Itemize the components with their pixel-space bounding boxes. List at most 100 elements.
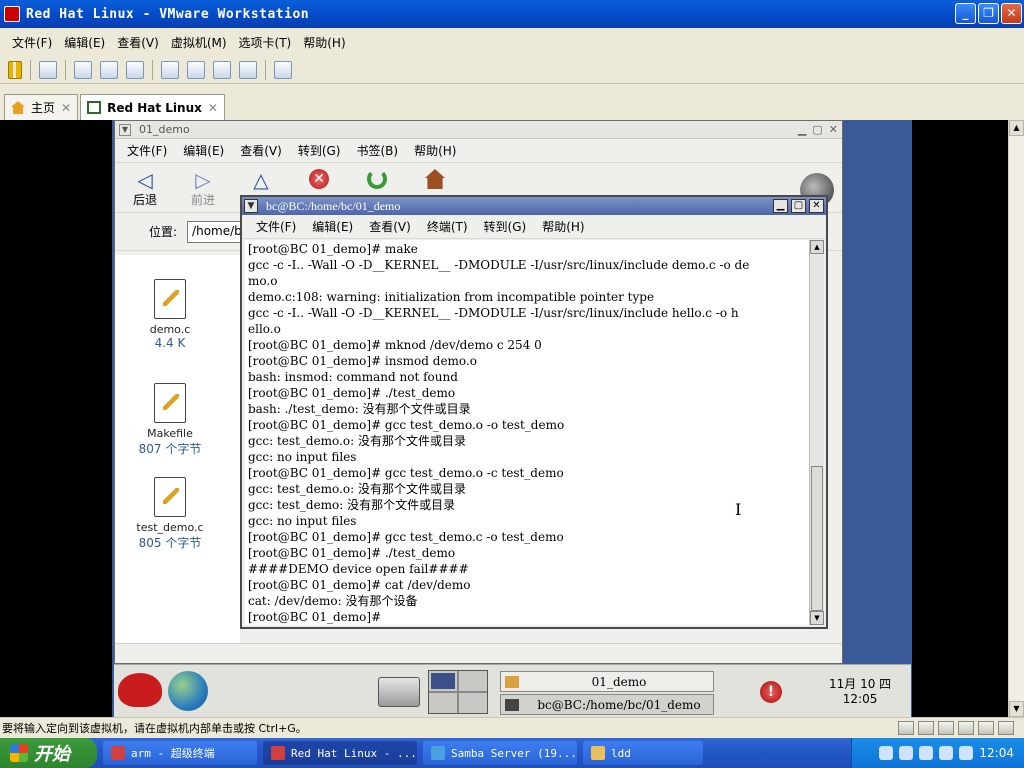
pause-icon[interactable] <box>8 60 22 79</box>
terminal-scrollbar[interactable]: ▲ ▼ <box>809 240 824 625</box>
menu-edit[interactable]: 编辑(E) <box>58 34 111 51</box>
tray-app-icon[interactable] <box>959 746 974 760</box>
menu-help[interactable]: 帮助(H) <box>536 218 590 235</box>
reload-icon <box>367 169 387 189</box>
file-item[interactable]: test_demo.c 805 个字节 <box>115 477 225 551</box>
network-adapter-icon[interactable] <box>938 721 954 735</box>
scroll-down-arrow[interactable]: ▼ <box>1009 701 1024 717</box>
taskbar-item[interactable]: Samba Server (19... <box>423 741 577 765</box>
maximize-button[interactable]: ▢ <box>812 123 822 136</box>
location-input[interactable]: /home/bc/01_demo <box>187 220 248 243</box>
ime-icon[interactable] <box>899 746 914 760</box>
forward-button[interactable]: ▷ 前进 <box>183 169 223 208</box>
close-button[interactable]: ✕ <box>809 199 824 213</box>
panel-clock[interactable]: 11月 10 四 12:05 <box>829 677 891 707</box>
red-hat-menu-icon[interactable] <box>118 673 162 707</box>
back-button[interactable]: ◁ 后退 <box>125 169 165 208</box>
menu-file[interactable]: 文件(F) <box>121 142 173 159</box>
stop-button[interactable]: ✕ <box>299 169 339 189</box>
menu-view[interactable]: 查看(V) <box>234 142 288 159</box>
update-alert-icon[interactable]: ! <box>760 681 782 703</box>
scroll-down-arrow[interactable]: ▼ <box>810 611 824 625</box>
network-icon[interactable] <box>919 746 934 760</box>
menu-edit[interactable]: 编辑(E) <box>177 142 230 159</box>
window-list-item[interactable]: bc@BC:/home/bc/01_demo <box>500 694 714 715</box>
minimize-button[interactable]: ▁ <box>798 123 806 136</box>
scroll-up-arrow[interactable]: ▲ <box>810 240 824 254</box>
workspace-2[interactable] <box>459 671 487 691</box>
volume-icon[interactable] <box>939 746 954 760</box>
menu-help[interactable]: 帮助(H) <box>297 34 351 51</box>
terminal-output[interactable]: [root@BC 01_demo]# make gcc -c -I.. -Wall… <box>245 240 809 625</box>
vmware-app-icon[interactable] <box>4 6 20 22</box>
sound-icon[interactable] <box>978 721 994 735</box>
unity-icon[interactable] <box>239 60 257 79</box>
restore-button[interactable]: ❐ <box>978 3 999 24</box>
hard-disk-icon[interactable] <box>898 721 914 735</box>
quick-switch-icon[interactable] <box>274 60 292 79</box>
keyboard-icon[interactable] <box>879 746 894 760</box>
vmware-vertical-scrollbar[interactable]: ▲ ▼ <box>1008 120 1024 717</box>
web-browser-launcher-icon[interactable] <box>168 671 208 711</box>
workspace-4[interactable] <box>459 693 487 713</box>
maximize-button[interactable]: ▢ <box>791 199 806 213</box>
window-menu-icon[interactable]: ▼ <box>119 123 131 136</box>
network-icon[interactable] <box>39 60 57 79</box>
menu-view[interactable]: 查看(V) <box>363 218 417 235</box>
usb-icon[interactable] <box>958 721 974 735</box>
cd-rom-icon[interactable] <box>918 721 934 735</box>
file-manager-titlebar[interactable]: ▼ 01_demo ▁ ▢ ✕ <box>115 121 842 139</box>
workspace-1[interactable] <box>429 671 457 691</box>
console-view-icon[interactable] <box>187 60 205 79</box>
tab-close-icon[interactable]: ✕ <box>208 101 218 115</box>
menu-edit[interactable]: 编辑(E) <box>306 218 359 235</box>
file-icon-view[interactable]: demo.c 4.4 K Makefile 807 个字节 test_demo.… <box>115 255 240 645</box>
window-list-item[interactable]: 01_demo <box>500 671 714 692</box>
menu-file[interactable]: 文件(F) <box>250 218 302 235</box>
terminal-title: bc@BC:/home/bc/01_demo <box>266 198 401 213</box>
close-button[interactable]: ✕ <box>1001 3 1022 24</box>
home-button[interactable] <box>415 169 455 189</box>
minimize-button[interactable]: ▁ <box>773 199 788 213</box>
tab-home[interactable]: 主页 ✕ <box>4 94 79 120</box>
menu-view[interactable]: 查看(V) <box>111 34 165 51</box>
terminal-titlebar[interactable]: ▼ bc@BC:/home/bc/01_demo ▁ ▢ ✕ <box>242 197 826 215</box>
window-menu-icon[interactable]: ▼ <box>244 199 258 213</box>
tab-close-icon[interactable]: ✕ <box>61 101 71 115</box>
menu-file[interactable]: 文件(F) <box>6 34 58 51</box>
terminal-menubar: 文件(F) 编辑(E) 查看(V) 终端(T) 转到(G) 帮助(H) <box>242 215 826 239</box>
workspace-switcher[interactable] <box>428 670 488 714</box>
minimize-button[interactable]: _ <box>955 3 976 24</box>
menu-tabs[interactable]: 选项卡(T) <box>233 34 298 51</box>
scroll-up-arrow[interactable]: ▲ <box>1009 120 1024 136</box>
menu-bookmarks[interactable]: 书签(B) <box>350 142 404 159</box>
print-manager-icon[interactable] <box>378 677 420 707</box>
menu-vm[interactable]: 虚拟机(M) <box>165 34 233 51</box>
terminal-line: gcc: no input files <box>248 514 357 528</box>
fullscreen-icon[interactable] <box>213 60 231 79</box>
menu-go[interactable]: 转到(G) <box>478 218 533 235</box>
start-button[interactable]: 开始 <box>0 738 97 768</box>
snapshot-icon[interactable] <box>74 60 92 79</box>
menu-terminal[interactable]: 终端(T) <box>421 218 474 235</box>
snapshot-manager-icon[interactable] <box>126 60 144 79</box>
message-log-icon[interactable] <box>998 721 1014 735</box>
up-button[interactable]: △ <box>241 169 281 191</box>
taskbar-item[interactable]: Red Hat Linux - ... <box>263 741 417 765</box>
file-item[interactable]: Makefile 807 个字节 <box>115 383 225 457</box>
revert-snapshot-icon[interactable] <box>100 60 118 79</box>
workspace-3[interactable] <box>429 693 457 713</box>
sidebar-view-icon[interactable] <box>161 60 179 79</box>
menu-go[interactable]: 转到(G) <box>292 142 347 159</box>
close-button[interactable]: ✕ <box>829 123 838 136</box>
tray-clock[interactable]: 12:04 <box>979 746 1014 760</box>
terminal-window[interactable]: ▼ bc@BC:/home/bc/01_demo ▁ ▢ ✕ 文件(F) 编辑(… <box>240 195 828 629</box>
taskbar-item[interactable]: arm - 超级终端 <box>103 741 257 765</box>
tab-red-hat-linux[interactable]: Red Hat Linux ✕ <box>80 94 225 120</box>
menu-help[interactable]: 帮助(H) <box>408 142 462 159</box>
reload-button[interactable] <box>357 169 397 189</box>
file-item[interactable]: demo.c 4.4 K <box>115 279 225 350</box>
taskbar-item[interactable]: ldd <box>583 741 703 765</box>
toolbar-separator <box>30 59 31 80</box>
scroll-thumb[interactable] <box>811 466 823 611</box>
